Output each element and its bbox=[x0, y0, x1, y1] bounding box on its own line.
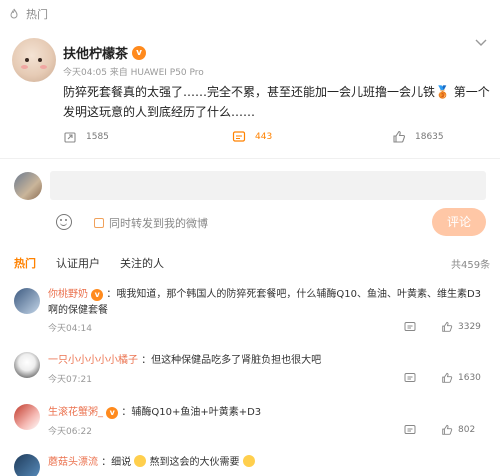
avatar[interactable] bbox=[14, 352, 40, 378]
avatar[interactable] bbox=[14, 288, 40, 314]
comment-username[interactable]: 一只小小小小小橘子 bbox=[48, 355, 138, 366]
repost-option-label: 同时转发到我的微博 bbox=[109, 217, 208, 230]
comment-text: ：细说 bbox=[101, 457, 132, 468]
repost-icon bbox=[64, 132, 76, 143]
submit-comment-button[interactable]: 评论 bbox=[432, 208, 486, 236]
comment-time: 今天06:22 bbox=[48, 427, 92, 437]
comment-input[interactable] bbox=[50, 171, 486, 200]
comment-tabs: 热门 认证用户 关注的人 bbox=[14, 255, 164, 271]
emoji-icon[interactable] bbox=[56, 214, 72, 230]
comment-icon bbox=[404, 322, 416, 331]
tab-hot[interactable]: 热门 bbox=[14, 255, 36, 271]
emoji-icon bbox=[242, 455, 255, 467]
comment-count: 443 bbox=[255, 132, 273, 142]
thumbs-up-icon bbox=[442, 372, 453, 383]
thumbs-up-icon bbox=[442, 424, 453, 435]
list-item: 你桃野奶 v ：哦我知道，那个韩国人的防猝死套餐吧，什么辅酶Q10、鱼油、叶黄素… bbox=[48, 287, 488, 319]
fire-icon bbox=[10, 8, 18, 19]
comment-text: 熬到这会的大伙需要 bbox=[149, 457, 240, 468]
comment-like-count: 1630 bbox=[458, 373, 481, 383]
vip-badge-icon: v bbox=[106, 407, 119, 419]
comment-like-button[interactable]: 802 bbox=[441, 424, 475, 436]
list-item: 一只小小小小小橘子 ：但这种保健品吃多了肾脏负担也很大吧 bbox=[48, 353, 488, 369]
thumbs-up-icon bbox=[393, 130, 406, 143]
comment-total: 共459条 bbox=[451, 260, 491, 271]
list-item: 生滚花蟹粥_ v ：辅酶Q10+鱼油+叶黄素+D3 bbox=[48, 405, 488, 421]
comment-username[interactable]: 你桃野奶 bbox=[48, 289, 88, 300]
repost-count: 1585 bbox=[86, 132, 109, 142]
comment-time: 今天04:14 bbox=[48, 324, 92, 334]
chevron-down-icon[interactable] bbox=[474, 38, 488, 48]
comment-icon bbox=[404, 373, 416, 382]
comment-text: ：辅酶Q10+鱼油+叶黄素+D3 bbox=[121, 407, 262, 418]
comment-text: ：哦我知道，那个韩国人的防猝死套餐吧，什么辅酶Q10、鱼油、叶黄素、维生素D3啊… bbox=[48, 289, 482, 316]
like-count: 18635 bbox=[415, 132, 444, 142]
tab-verified[interactable]: 认证用户 bbox=[56, 255, 100, 271]
tab-following[interactable]: 关注的人 bbox=[120, 255, 164, 271]
poster-name-row: 扶他柠檬茶 v bbox=[63, 43, 147, 62]
vip-badge-icon: v bbox=[91, 289, 104, 301]
comment-time: 今天07:21 bbox=[48, 375, 92, 385]
poster-avatar[interactable] bbox=[12, 38, 56, 82]
list-item: 蘑菇头漂流 ：细说 熬到这会的大伙需要 bbox=[48, 455, 488, 471]
thumbs-up-icon bbox=[442, 321, 453, 332]
reply-button[interactable] bbox=[404, 321, 416, 333]
comment-like-count: 3329 bbox=[458, 322, 481, 332]
emoji-icon bbox=[134, 455, 147, 467]
comment-icon bbox=[232, 131, 246, 142]
comment-like-button[interactable]: 1630 bbox=[441, 372, 481, 384]
reply-button[interactable] bbox=[404, 372, 416, 384]
divider bbox=[0, 158, 500, 159]
comment-username[interactable]: 生滚花蟹粥_ bbox=[48, 407, 103, 418]
avatar[interactable] bbox=[14, 404, 40, 430]
post-meta: 今天04:05 来自 HUAWEI P50 Pro bbox=[63, 68, 204, 78]
hot-section-header: 热门 bbox=[8, 6, 48, 22]
comment-like-count: 802 bbox=[458, 425, 476, 435]
comment-username[interactable]: 蘑菇头漂流 bbox=[48, 457, 98, 468]
post-text: 防猝死套餐真的太强了……完全不累，甚至还能加一会儿班撸一会儿铁🥉 第一个发明这玩… bbox=[63, 85, 490, 119]
reply-button[interactable] bbox=[404, 424, 416, 436]
poster-name[interactable]: 扶他柠檬茶 bbox=[63, 43, 128, 62]
repost-option[interactable]: 同时转发到我的微博 bbox=[94, 215, 208, 231]
like-button[interactable]: 18635 bbox=[392, 130, 444, 144]
hot-section-label: 热门 bbox=[26, 8, 48, 21]
comment-button[interactable]: 443 bbox=[232, 130, 272, 144]
comment-text: ：但这种保健品吃多了肾脏负担也很大吧 bbox=[141, 355, 322, 366]
vip-badge-icon: v bbox=[132, 45, 147, 60]
repost-button[interactable]: 1585 bbox=[63, 130, 109, 144]
comment-icon bbox=[404, 425, 416, 434]
current-user-avatar bbox=[14, 172, 42, 200]
repost-checkbox[interactable] bbox=[94, 218, 104, 228]
comment-like-button[interactable]: 3329 bbox=[441, 321, 481, 333]
avatar[interactable] bbox=[14, 454, 40, 476]
